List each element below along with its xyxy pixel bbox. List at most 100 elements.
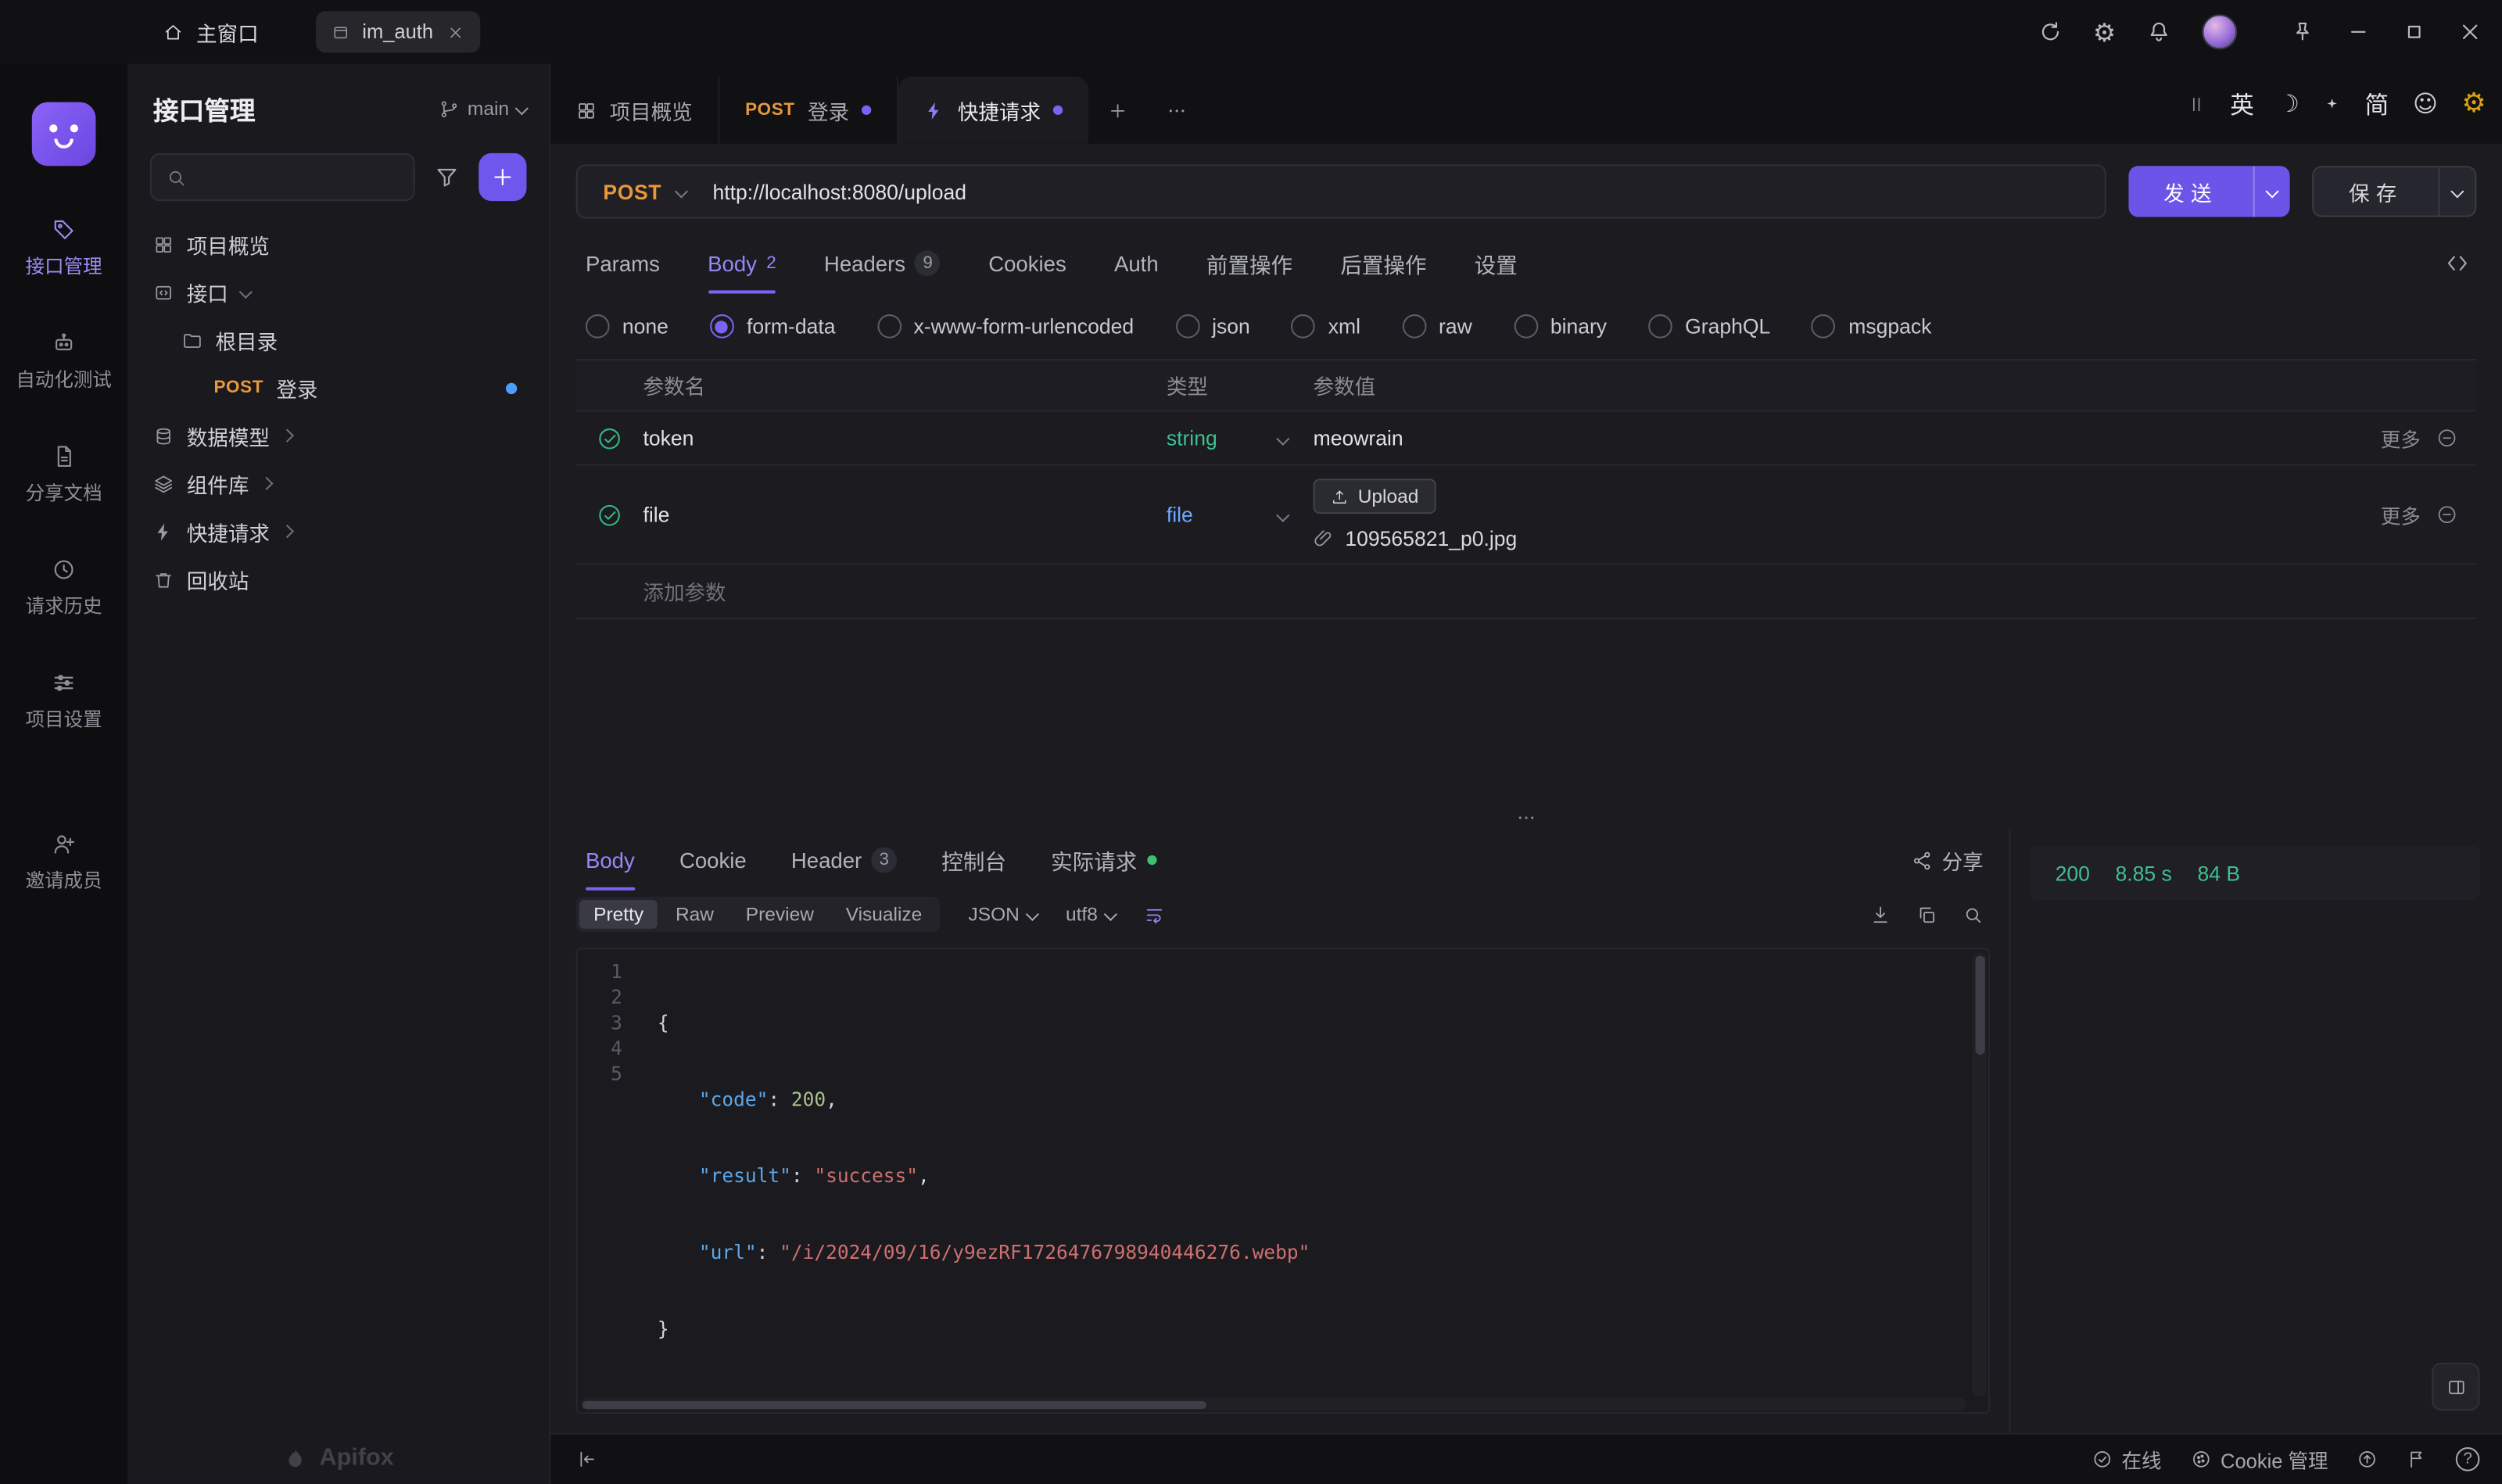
tree-item-project-overview[interactable]: 项目概览	[127, 220, 549, 268]
more-button[interactable]: 更多	[2381, 423, 2421, 453]
resp-tab-actual-request[interactable]: 实际请求	[1051, 830, 1156, 891]
param-value[interactable]: meowrain	[1314, 426, 2311, 450]
tab-post-operations[interactable]: 后置操作	[1340, 233, 1426, 294]
collapse-sidebar-icon[interactable]	[576, 1449, 597, 1470]
refresh-icon[interactable]	[2037, 19, 2063, 45]
save-button[interactable]: 保存	[2312, 166, 2476, 217]
tab-overflow-button[interactable]	[1148, 77, 1207, 144]
tab-pre-operations[interactable]: 前置操作	[1206, 233, 1292, 294]
tab-params[interactable]: Params	[586, 233, 660, 294]
rail-item-request-history[interactable]: 请求历史	[26, 557, 102, 619]
close-window-icon[interactable]	[2457, 19, 2483, 45]
cookie-manager[interactable]: Cookie 管理	[2190, 1444, 2328, 1475]
radio-json[interactable]: json	[1175, 314, 1250, 339]
layout-toggle-button[interactable]	[2432, 1363, 2479, 1411]
radio-msgpack[interactable]: msgpack	[1812, 314, 1931, 339]
new-tab-button[interactable]	[1088, 77, 1148, 144]
more-button[interactable]: 更多	[2381, 500, 2421, 530]
mode-pretty[interactable]: Pretty	[579, 900, 658, 929]
mode-preview[interactable]: Preview	[731, 900, 828, 929]
row-enabled-check-icon[interactable]	[576, 425, 643, 451]
search-icon[interactable]	[1963, 904, 1984, 925]
radio-x-www-form-urlencoded[interactable]: x-www-form-urlencoded	[877, 314, 1135, 339]
method-select[interactable]: POST	[603, 180, 661, 204]
settings-gear-icon[interactable]: ⚙	[2093, 16, 2116, 47]
vertical-scrollbar[interactable]	[1972, 952, 1986, 1396]
add-button[interactable]	[479, 153, 526, 201]
generate-code-icon[interactable]	[2445, 250, 2471, 276]
add-param-row[interactable]: 添加参数	[576, 565, 2477, 618]
encoding-select[interactable]: utf8	[1066, 903, 1115, 926]
send-options-arrow[interactable]	[2253, 166, 2290, 217]
rail-item-api-manage[interactable]: 接口管理	[26, 217, 102, 280]
share-button[interactable]: 分享	[1912, 845, 1984, 876]
rail-item-share-docs[interactable]: 分享文档	[26, 443, 102, 506]
remove-row-icon[interactable]	[2436, 504, 2457, 525]
mode-raw[interactable]: Raw	[661, 900, 729, 929]
tree-item-quick-request[interactable]: 快捷请求	[127, 507, 549, 555]
upgrade-icon[interactable]	[2357, 1449, 2378, 1470]
tab-body[interactable]: Body2	[708, 233, 776, 294]
pin-icon[interactable]	[2290, 19, 2316, 45]
radio-graphql[interactable]: GraphQL	[1648, 314, 1770, 339]
ime-lang[interactable]: 英	[2230, 87, 2254, 120]
tree-item-components[interactable]: 组件库	[127, 460, 549, 507]
resp-tab-body[interactable]: Body	[586, 830, 635, 891]
tab-cookies[interactable]: Cookies	[988, 233, 1066, 294]
tree-item-data-models[interactable]: 数据模型	[127, 412, 549, 460]
tab-settings[interactable]: 设置	[1475, 233, 1518, 294]
copy-icon[interactable]	[1916, 904, 1937, 925]
url-input[interactable]	[712, 180, 2079, 204]
tree-item-root-folder[interactable]: 根目录	[127, 316, 549, 364]
sparkle-icon[interactable]	[2324, 95, 2341, 112]
rail-item-invite-member[interactable]: 邀请成员	[26, 831, 102, 894]
search-input[interactable]	[150, 153, 415, 201]
row-enabled-check-icon[interactable]	[576, 502, 643, 528]
resp-tab-console[interactable]: 控制台	[941, 830, 1006, 891]
avatar[interactable]	[2202, 14, 2237, 49]
response-body-editor[interactable]: 1 2 3 4 5 { "code": 200, "result": "succ…	[576, 948, 1990, 1414]
radio-raw[interactable]: raw	[1402, 314, 1472, 339]
tree-item-api-group[interactable]: 接口	[127, 268, 549, 316]
apifox-logo[interactable]	[32, 102, 96, 167]
rail-item-auto-test[interactable]: 自动化测试	[16, 330, 111, 393]
type-select[interactable]: string	[1167, 426, 1314, 450]
minimize-icon[interactable]	[2346, 19, 2371, 45]
chevron-down-icon[interactable]	[674, 185, 687, 198]
emoji-smiley-icon[interactable]: ☺	[2413, 89, 2438, 118]
type-select[interactable]: file	[1167, 503, 1314, 527]
filter-button[interactable]	[428, 158, 466, 196]
send-button[interactable]: 发送	[2128, 166, 2289, 217]
tab-quick-request[interactable]: 快捷请求	[898, 77, 1088, 144]
maximize-icon[interactable]	[2401, 19, 2427, 45]
format-select[interactable]: JSON	[968, 903, 1037, 926]
ime-gear-icon[interactable]: ⚙	[2461, 88, 2486, 120]
radio-form-data[interactable]: form-data	[710, 314, 835, 339]
main-window-tab[interactable]: 主窗口	[163, 16, 258, 47]
ime-simplified[interactable]: 简	[2365, 87, 2389, 120]
panel-resize-handle[interactable]	[550, 805, 2502, 830]
notifications-bell-icon[interactable]	[2146, 19, 2172, 45]
tab-project-overview[interactable]: 项目概览	[550, 77, 719, 144]
param-name[interactable]: file	[643, 503, 1166, 527]
download-icon[interactable]	[1870, 904, 1891, 925]
word-wrap-icon[interactable]	[1144, 904, 1165, 925]
attached-file[interactable]: 109565821_p0.jpg	[1314, 526, 2311, 550]
save-options-arrow[interactable]	[2438, 167, 2475, 215]
branch-selector[interactable]: main	[439, 97, 526, 120]
rail-item-project-settings[interactable]: 项目设置	[26, 670, 102, 733]
radio-binary[interactable]: binary	[1514, 314, 1607, 339]
tree-item-recycle-bin[interactable]: 回收站	[127, 555, 549, 603]
tab-auth[interactable]: Auth	[1114, 233, 1159, 294]
help-icon[interactable]: ?	[2456, 1447, 2480, 1471]
resp-tab-cookie[interactable]: Cookie	[679, 830, 747, 891]
dark-mode-moon-icon[interactable]: ☽	[2278, 89, 2299, 118]
tab-headers[interactable]: Headers9	[824, 233, 941, 294]
radio-xml[interactable]: xml	[1292, 314, 1360, 339]
feedback-flag-icon[interactable]	[2407, 1449, 2428, 1470]
tree-item-endpoint-login[interactable]: POST 登录	[127, 364, 549, 411]
tab-post-login[interactable]: POST 登录	[719, 77, 898, 144]
radio-none[interactable]: none	[586, 314, 669, 339]
upload-button[interactable]: Upload	[1314, 479, 1436, 514]
param-name[interactable]: token	[643, 426, 1166, 450]
